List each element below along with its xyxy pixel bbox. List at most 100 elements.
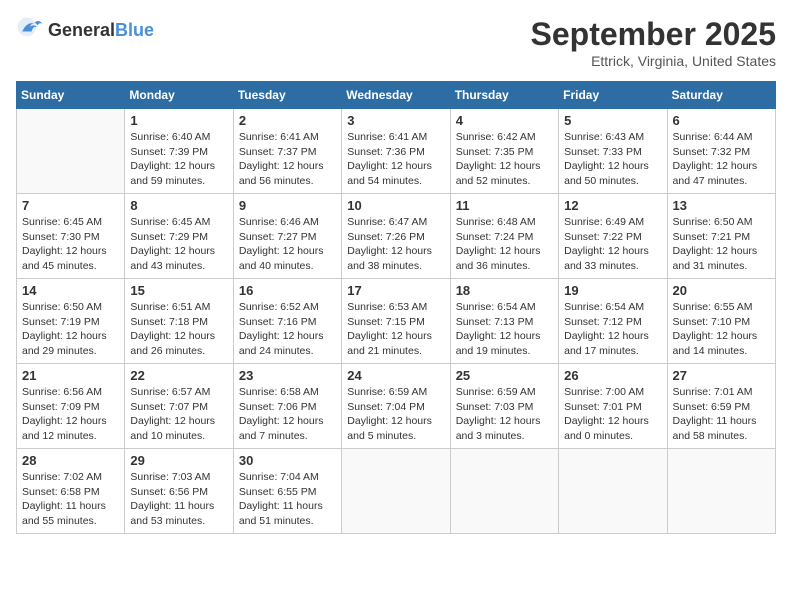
day-number: 4 bbox=[456, 113, 553, 128]
day-info: Sunrise: 7:01 AM Sunset: 6:59 PM Dayligh… bbox=[673, 385, 770, 444]
day-number: 21 bbox=[22, 368, 119, 383]
day-info: Sunrise: 6:59 AM Sunset: 7:03 PM Dayligh… bbox=[456, 385, 553, 444]
day-cell: 9 Sunrise: 6:46 AM Sunset: 7:27 PM Daylig… bbox=[233, 194, 341, 279]
day-number: 16 bbox=[239, 283, 336, 298]
day-cell: 2 Sunrise: 6:41 AM Sunset: 7:37 PM Daylig… bbox=[233, 109, 341, 194]
day-info: Sunrise: 6:46 AM Sunset: 7:27 PM Dayligh… bbox=[239, 215, 336, 274]
day-number: 30 bbox=[239, 453, 336, 468]
day-number: 20 bbox=[673, 283, 770, 298]
day-info: Sunrise: 7:00 AM Sunset: 7:01 PM Dayligh… bbox=[564, 385, 661, 444]
page-header: GeneralBlue September 2025 Ettrick, Virg… bbox=[16, 16, 776, 69]
day-cell: 20 Sunrise: 6:55 AM Sunset: 7:10 PM Dayli… bbox=[667, 279, 775, 364]
day-number: 3 bbox=[347, 113, 444, 128]
day-info: Sunrise: 6:41 AM Sunset: 7:36 PM Dayligh… bbox=[347, 130, 444, 189]
day-cell: 27 Sunrise: 7:01 AM Sunset: 6:59 PM Dayli… bbox=[667, 364, 775, 449]
day-info: Sunrise: 6:44 AM Sunset: 7:32 PM Dayligh… bbox=[673, 130, 770, 189]
col-tuesday: Tuesday bbox=[233, 82, 341, 109]
week-row-3: 14Sunrise: 6:50 AM Sunset: 7:19 PM Dayli… bbox=[17, 279, 776, 364]
day-cell: 1 Sunrise: 6:40 AM Sunset: 7:39 PM Daylig… bbox=[125, 109, 233, 194]
day-info: Sunrise: 6:43 AM Sunset: 7:33 PM Dayligh… bbox=[564, 130, 661, 189]
day-info: Sunrise: 6:45 AM Sunset: 7:29 PM Dayligh… bbox=[130, 215, 227, 274]
week-row-4: 21 Sunrise: 6:56 AM Sunset: 7:09 PM Dayli… bbox=[17, 364, 776, 449]
day-info: Sunrise: 6:59 AM Sunset: 7:04 PM Dayligh… bbox=[347, 385, 444, 444]
day-number: 6 bbox=[673, 113, 770, 128]
day-number: 29 bbox=[130, 453, 227, 468]
day-info: Sunrise: 6:52 AM Sunset: 7:16 PM Dayligh… bbox=[239, 300, 336, 359]
col-saturday: Saturday bbox=[667, 82, 775, 109]
day-number: 2 bbox=[239, 113, 336, 128]
day-cell: 24Sunrise: 6:59 AM Sunset: 7:04 PM Dayli… bbox=[342, 364, 450, 449]
day-number: 10 bbox=[347, 198, 444, 213]
day-info: Sunrise: 6:49 AM Sunset: 7:22 PM Dayligh… bbox=[564, 215, 661, 274]
week-row-2: 7 Sunrise: 6:45 AM Sunset: 7:30 PM Daylig… bbox=[17, 194, 776, 279]
calendar-header-row: Sunday Monday Tuesday Wednesday Thursday… bbox=[17, 82, 776, 109]
day-info: Sunrise: 6:40 AM Sunset: 7:39 PM Dayligh… bbox=[130, 130, 227, 189]
day-cell: 28 Sunrise: 7:02 AM Sunset: 6:58 PM Dayli… bbox=[17, 449, 125, 534]
day-info: Sunrise: 6:57 AM Sunset: 7:07 PM Dayligh… bbox=[130, 385, 227, 444]
day-cell bbox=[559, 449, 667, 534]
day-cell: 7 Sunrise: 6:45 AM Sunset: 7:30 PM Daylig… bbox=[17, 194, 125, 279]
day-cell: 29Sunrise: 7:03 AM Sunset: 6:56 PM Dayli… bbox=[125, 449, 233, 534]
day-cell bbox=[17, 109, 125, 194]
day-cell: 11 Sunrise: 6:48 AM Sunset: 7:24 PM Dayli… bbox=[450, 194, 558, 279]
col-thursday: Thursday bbox=[450, 82, 558, 109]
day-number: 28 bbox=[22, 453, 119, 468]
col-sunday: Sunday bbox=[17, 82, 125, 109]
day-number: 11 bbox=[456, 198, 553, 213]
day-cell: 16 Sunrise: 6:52 AM Sunset: 7:16 PM Dayli… bbox=[233, 279, 341, 364]
day-cell: 30 Sunrise: 7:04 AM Sunset: 6:55 PM Dayli… bbox=[233, 449, 341, 534]
day-number: 27 bbox=[673, 368, 770, 383]
day-cell: 18 Sunrise: 6:54 AM Sunset: 7:13 PM Dayli… bbox=[450, 279, 558, 364]
day-info: Sunrise: 7:04 AM Sunset: 6:55 PM Dayligh… bbox=[239, 470, 336, 529]
day-number: 18 bbox=[456, 283, 553, 298]
day-number: 7 bbox=[22, 198, 119, 213]
day-cell: 14Sunrise: 6:50 AM Sunset: 7:19 PM Dayli… bbox=[17, 279, 125, 364]
day-info: Sunrise: 6:51 AM Sunset: 7:18 PM Dayligh… bbox=[130, 300, 227, 359]
day-cell: 6 Sunrise: 6:44 AM Sunset: 7:32 PM Daylig… bbox=[667, 109, 775, 194]
day-cell: 15Sunrise: 6:51 AM Sunset: 7:18 PM Dayli… bbox=[125, 279, 233, 364]
day-info: Sunrise: 6:41 AM Sunset: 7:37 PM Dayligh… bbox=[239, 130, 336, 189]
day-number: 12 bbox=[564, 198, 661, 213]
day-cell: 22Sunrise: 6:57 AM Sunset: 7:07 PM Dayli… bbox=[125, 364, 233, 449]
day-cell bbox=[450, 449, 558, 534]
day-info: Sunrise: 6:54 AM Sunset: 7:13 PM Dayligh… bbox=[456, 300, 553, 359]
day-cell: 19Sunrise: 6:54 AM Sunset: 7:12 PM Dayli… bbox=[559, 279, 667, 364]
day-info: Sunrise: 6:42 AM Sunset: 7:35 PM Dayligh… bbox=[456, 130, 553, 189]
location-title: Ettrick, Virginia, United States bbox=[531, 53, 776, 69]
logo-general: General bbox=[48, 20, 115, 41]
day-number: 26 bbox=[564, 368, 661, 383]
day-cell: 8 Sunrise: 6:45 AM Sunset: 7:29 PM Daylig… bbox=[125, 194, 233, 279]
day-cell: 21 Sunrise: 6:56 AM Sunset: 7:09 PM Dayli… bbox=[17, 364, 125, 449]
day-cell: 12 Sunrise: 6:49 AM Sunset: 7:22 PM Dayli… bbox=[559, 194, 667, 279]
day-info: Sunrise: 6:55 AM Sunset: 7:10 PM Dayligh… bbox=[673, 300, 770, 359]
col-monday: Monday bbox=[125, 82, 233, 109]
day-info: Sunrise: 6:47 AM Sunset: 7:26 PM Dayligh… bbox=[347, 215, 444, 274]
day-cell: 17Sunrise: 6:53 AM Sunset: 7:15 PM Dayli… bbox=[342, 279, 450, 364]
day-info: Sunrise: 6:50 AM Sunset: 7:21 PM Dayligh… bbox=[673, 215, 770, 274]
day-number: 8 bbox=[130, 198, 227, 213]
logo-text: GeneralBlue bbox=[48, 20, 154, 41]
col-wednesday: Wednesday bbox=[342, 82, 450, 109]
day-info: Sunrise: 6:56 AM Sunset: 7:09 PM Dayligh… bbox=[22, 385, 119, 444]
day-number: 13 bbox=[673, 198, 770, 213]
day-info: Sunrise: 6:45 AM Sunset: 7:30 PM Dayligh… bbox=[22, 215, 119, 274]
day-info: Sunrise: 6:48 AM Sunset: 7:24 PM Dayligh… bbox=[456, 215, 553, 274]
day-cell: 13 Sunrise: 6:50 AM Sunset: 7:21 PM Dayli… bbox=[667, 194, 775, 279]
day-cell bbox=[342, 449, 450, 534]
day-number: 25 bbox=[456, 368, 553, 383]
day-cell: 4 Sunrise: 6:42 AM Sunset: 7:35 PM Daylig… bbox=[450, 109, 558, 194]
day-number: 1 bbox=[130, 113, 227, 128]
day-info: Sunrise: 6:50 AM Sunset: 7:19 PM Dayligh… bbox=[22, 300, 119, 359]
day-cell: 5 Sunrise: 6:43 AM Sunset: 7:33 PM Daylig… bbox=[559, 109, 667, 194]
day-cell: 25 Sunrise: 6:59 AM Sunset: 7:03 PM Dayli… bbox=[450, 364, 558, 449]
day-number: 23 bbox=[239, 368, 336, 383]
calendar-table: Sunday Monday Tuesday Wednesday Thursday… bbox=[16, 81, 776, 534]
col-friday: Friday bbox=[559, 82, 667, 109]
day-number: 9 bbox=[239, 198, 336, 213]
day-info: Sunrise: 6:54 AM Sunset: 7:12 PM Dayligh… bbox=[564, 300, 661, 359]
day-cell: 10 Sunrise: 6:47 AM Sunset: 7:26 PM Dayli… bbox=[342, 194, 450, 279]
week-row-5: 28 Sunrise: 7:02 AM Sunset: 6:58 PM Dayli… bbox=[17, 449, 776, 534]
day-number: 5 bbox=[564, 113, 661, 128]
day-cell bbox=[667, 449, 775, 534]
day-info: Sunrise: 7:02 AM Sunset: 6:58 PM Dayligh… bbox=[22, 470, 119, 529]
